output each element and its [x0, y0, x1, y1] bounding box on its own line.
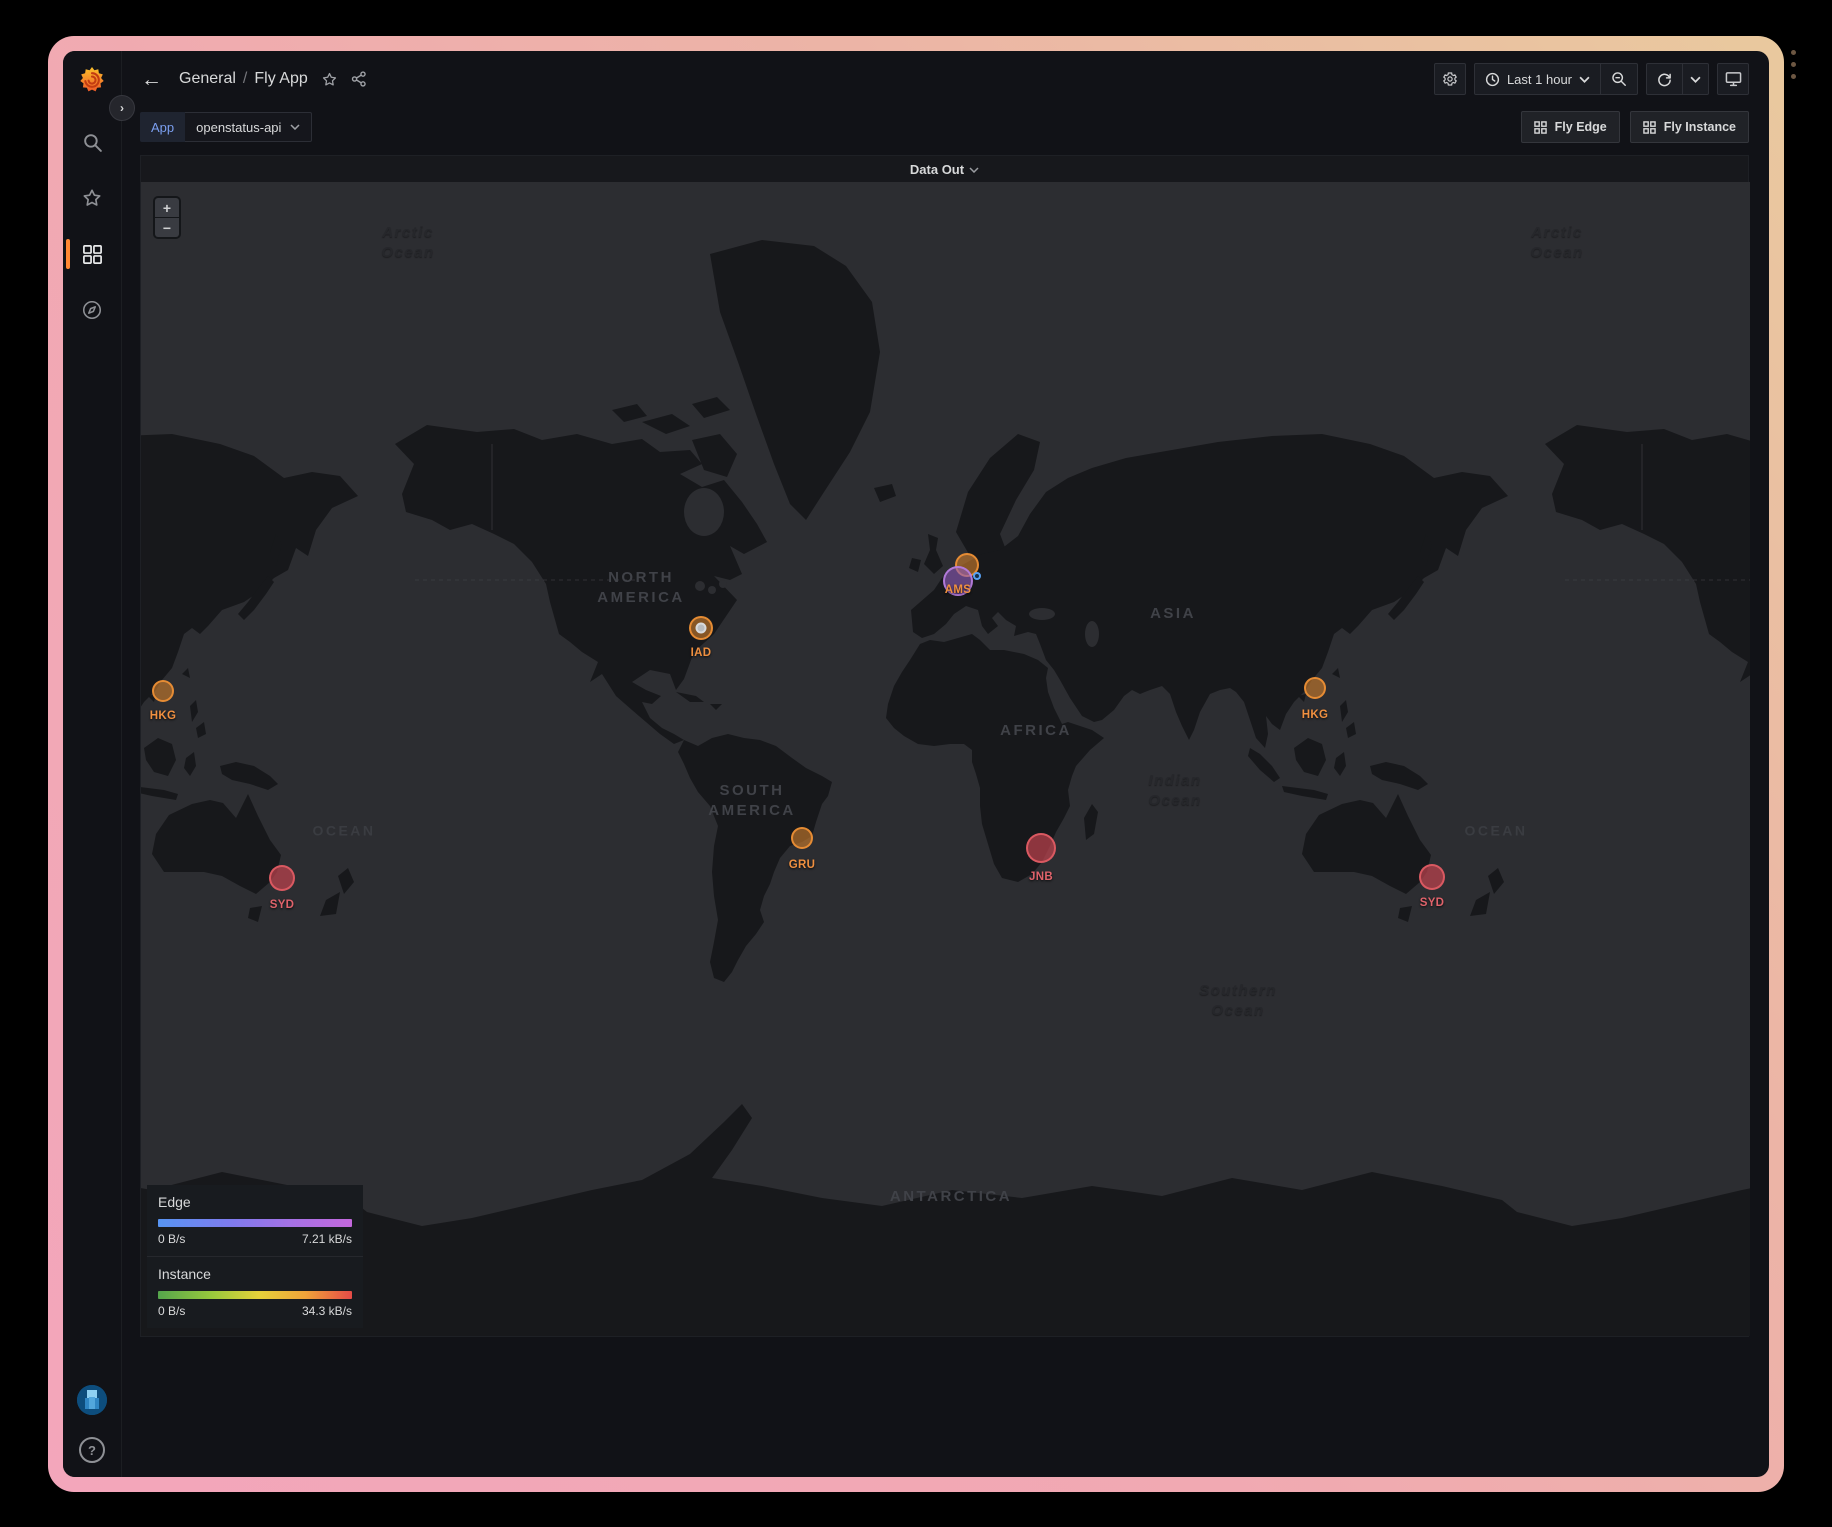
star-icon [81, 187, 103, 209]
clock-icon [1485, 72, 1500, 87]
map-marker-syd[interactable] [1419, 864, 1445, 890]
window-frame: › [48, 36, 1784, 1492]
fly-instance-button[interactable]: Fly Instance [1630, 111, 1749, 143]
favorite-star-icon[interactable] [321, 71, 338, 88]
breadcrumb-separator: / [243, 70, 247, 88]
legend-title: Edge [158, 1194, 352, 1210]
refresh-button[interactable] [1647, 64, 1682, 94]
search-icon [82, 132, 103, 153]
refresh-interval-dropdown[interactable] [1683, 64, 1708, 94]
geomap-canvas[interactable]: + − Edge 0 B/s 7.21 kB/s Instance 0 B/s 34.3 … [141, 182, 1750, 1336]
user-avatar[interactable] [77, 1385, 107, 1415]
main-content: ← General / Fly App [121, 51, 1769, 1477]
sidebar-item-explore[interactable] [63, 297, 121, 323]
app-variable-value: openstatus-api [196, 120, 281, 135]
dashboard-settings-button[interactable] [1434, 63, 1466, 95]
app-variable-label[interactable]: App [140, 112, 185, 142]
sidebar: › [63, 51, 122, 1477]
map-marker-ams[interactable] [943, 566, 973, 596]
app-variable: App openstatus-api [140, 112, 312, 142]
magnifier-minus-icon [1611, 71, 1627, 87]
map-marker-inner-dot [696, 623, 707, 634]
legend-gradient-bar [158, 1291, 352, 1299]
grafana-logo-icon[interactable] [77, 65, 107, 95]
wallpaper-dots [1791, 50, 1796, 79]
gear-icon [1442, 71, 1458, 87]
legend-range: 0 B/s 7.21 kB/s [158, 1232, 352, 1246]
chevron-down-icon [1690, 76, 1701, 83]
panel-header[interactable]: Data Out [141, 156, 1748, 182]
chevron-down-icon [1579, 76, 1590, 83]
sidebar-expand-button[interactable]: › [109, 95, 135, 121]
world-basemap [141, 182, 1750, 1336]
grafana-app: › [63, 51, 1769, 1477]
apps-grid-icon [1534, 121, 1547, 134]
help-glyph: ? [88, 1443, 96, 1458]
tv-mode-button[interactable] [1717, 63, 1749, 95]
app-variable-value-dropdown[interactable]: openstatus-api [185, 112, 312, 142]
geomap-panel: Data Out [140, 155, 1749, 1337]
sidebar-item-search[interactable] [63, 129, 121, 155]
legend-gradient-bar [158, 1219, 352, 1227]
fly-edge-label: Fly Edge [1555, 120, 1607, 134]
legend-section-instance: Instance 0 B/s 34.3 kB/s [147, 1256, 363, 1328]
dashboards-grid-icon [82, 244, 103, 265]
chevron-down-icon [290, 124, 300, 130]
refresh-group [1646, 63, 1709, 95]
zoom-out-button[interactable]: − [155, 218, 179, 237]
breadcrumb: General / Fly App [179, 70, 308, 88]
top-navbar: ← General / Fly App [121, 51, 1769, 107]
time-range-label: Last 1 hour [1507, 72, 1572, 87]
legend-max: 7.21 kB/s [302, 1232, 352, 1246]
legend-min: 0 B/s [158, 1232, 185, 1246]
fly-instance-label: Fly Instance [1664, 120, 1736, 134]
map-marker-iad[interactable] [689, 616, 713, 640]
legend-title: Instance [158, 1266, 352, 1282]
variables-bar: App openstatus-api Fly Edg [121, 107, 1769, 147]
map-marker-hkg[interactable] [1304, 677, 1326, 699]
refresh-icon [1657, 72, 1672, 87]
panel-title: Data Out [910, 162, 964, 177]
map-zoom-control: + − [153, 196, 181, 239]
share-icon[interactable] [351, 71, 367, 87]
fly-edge-button[interactable]: Fly Edge [1521, 111, 1620, 143]
zoom-in-button[interactable]: + [155, 198, 179, 217]
legend-min: 0 B/s [158, 1304, 185, 1318]
legend-range: 0 B/s 34.3 kB/s [158, 1304, 352, 1318]
monitor-icon [1725, 71, 1742, 87]
back-arrow-button[interactable]: ← [137, 67, 166, 92]
chevron-down-icon [969, 167, 979, 173]
compass-icon [81, 299, 103, 321]
apps-grid-icon [1643, 121, 1656, 134]
legend-section-edge: Edge 0 B/s 7.21 kB/s [147, 1185, 363, 1256]
legend-max: 34.3 kB/s [302, 1304, 352, 1318]
sidebar-item-dashboards[interactable] [63, 241, 121, 267]
zoom-out-time-button[interactable] [1601, 64, 1637, 94]
map-marker-gru[interactable] [791, 827, 813, 849]
time-picker-group: Last 1 hour [1474, 63, 1638, 95]
sidebar-item-starred[interactable] [63, 185, 121, 211]
help-icon[interactable]: ? [79, 1437, 105, 1463]
map-marker-hkg[interactable] [152, 680, 174, 702]
time-range-picker[interactable]: Last 1 hour [1475, 64, 1600, 94]
map-marker-jnb[interactable] [1026, 833, 1056, 863]
map-marker[interactable] [973, 572, 981, 580]
breadcrumb-dashboard[interactable]: Fly App [254, 70, 307, 88]
map-legend: Edge 0 B/s 7.21 kB/s Instance 0 B/s 34.3 kB/s [147, 1185, 363, 1328]
breadcrumb-folder[interactable]: General [179, 70, 236, 88]
map-marker-syd[interactable] [269, 865, 295, 891]
